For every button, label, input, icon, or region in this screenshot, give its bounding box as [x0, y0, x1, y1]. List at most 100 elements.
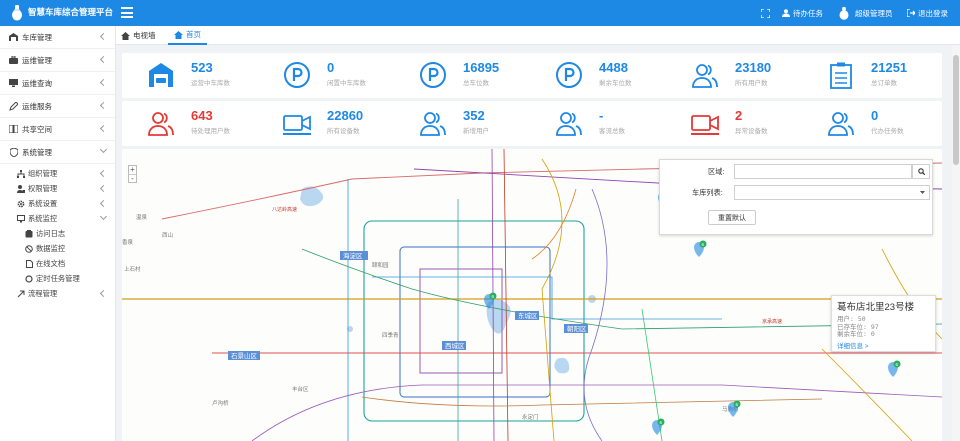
sidebar-item-label: 系统监控: [28, 213, 58, 223]
stat-value: -: [599, 108, 604, 123]
sidebar-item-monitor[interactable]: 系统监控: [17, 211, 115, 226]
stat-label: 总订单数: [871, 80, 897, 87]
stat-card: 23180 所有用户数: [666, 53, 802, 98]
road-label: 八达岭高速: [272, 206, 297, 213]
stat-card: 21251 总订单数: [802, 53, 938, 98]
road-label: 京承高速: [762, 318, 782, 325]
fullscreen-button[interactable]: [761, 0, 773, 26]
avatar: [839, 7, 849, 20]
stat-label: 客流总数: [599, 128, 625, 135]
sidebar-item-shared-space[interactable]: 共享空间: [0, 118, 115, 141]
logout-icon: [907, 9, 915, 17]
stat-value: 2: [735, 108, 743, 123]
place-label: 颐和园: [372, 261, 389, 269]
district-label: 西城区: [445, 342, 465, 350]
sidebar-item-garage[interactable]: 车库管理: [0, 26, 115, 49]
tab-home[interactable]: 首页: [168, 26, 207, 45]
tab-tv-wall[interactable]: 电视墙: [121, 26, 156, 45]
stat-card: 16895 总车位数: [394, 53, 530, 98]
stats-row-1: 523 运营中车库数 0 闲置中车库数 16895 总车位数 4488 剩余车位…: [122, 53, 942, 98]
logout-button[interactable]: 退出登录: [907, 0, 948, 26]
map-zoom-control: + -: [128, 165, 137, 183]
clipboard-icon: [830, 62, 852, 89]
sidebar-item-label: 在线文档: [36, 258, 66, 268]
place-label: 上石村: [124, 265, 141, 273]
sidebar-item-permission[interactable]: 权限管理: [17, 181, 115, 196]
place-label: 卢沟桥: [212, 399, 229, 407]
expand-icon: [761, 8, 770, 18]
sidebar-item-label: 运维服务: [22, 101, 52, 111]
sidebar-item-data-monitor[interactable]: 数据监控: [25, 241, 115, 256]
stat-value: 23180: [735, 60, 772, 75]
zoom-out-button[interactable]: -: [129, 174, 136, 182]
stat-label: 运营中车库数: [191, 80, 230, 87]
sidebar-item-ops-manage[interactable]: 运维管理: [0, 49, 115, 72]
user-menu[interactable]: 超级管理员: [838, 0, 893, 26]
video-icon: [691, 115, 719, 135]
bottle-logo-icon: [12, 5, 22, 21]
desktop-icon: [17, 214, 25, 223]
stat-value: 16895: [463, 60, 500, 75]
parking-icon: [420, 62, 446, 88]
search-icon: [917, 168, 925, 175]
chevron-down-icon: [920, 191, 925, 194]
monitor-icon: [9, 79, 18, 88]
place-label: 西山: [162, 231, 173, 239]
flow-icon: [17, 290, 25, 298]
popup-remaining-spaces: 剩余车位: 0: [837, 330, 875, 338]
user-lock-icon: [17, 184, 25, 193]
stat-label: 异常设备数: [735, 128, 768, 135]
stat-card: 0 代办任务数: [802, 101, 938, 146]
sidebar-item-label: 运维管理: [22, 55, 52, 65]
app-logo[interactable]: 智慧车库综合管理平台: [10, 4, 113, 21]
sidebar-item-flow[interactable]: 流程管理: [0, 286, 115, 301]
stat-label: 所有设备数: [327, 128, 360, 135]
sidebar-item-label: 系统管理: [22, 147, 52, 157]
stat-card: 4488 剩余车位数: [530, 53, 666, 98]
sidebar-item-label: 系统设置: [28, 198, 58, 208]
place-label: 香泉: [122, 238, 134, 246]
region-input[interactable]: [734, 164, 912, 179]
stat-value: 643: [191, 108, 213, 123]
stat-label: 代办任务数: [871, 128, 904, 135]
page-scrollbar[interactable]: [952, 45, 960, 441]
popup-details-link[interactable]: 详细信息 >: [837, 340, 930, 350]
stat-label: 剩余车位数: [599, 80, 632, 87]
gear-icon: [17, 200, 25, 208]
sidebar-item-system[interactable]: 系统管理: [0, 141, 115, 164]
sidebar-item-org[interactable]: 组织管理: [17, 166, 115, 181]
menu-toggle-icon[interactable]: [121, 7, 133, 18]
garage-list-select[interactable]: [734, 185, 930, 200]
app-title: 智慧车库综合管理平台: [28, 7, 114, 18]
stat-value: 0: [327, 60, 335, 75]
place-label: 温泉: [136, 213, 148, 221]
sidebar-item-scheduled-task[interactable]: 定时任务管理: [25, 271, 115, 286]
main-content: 523 运营中车库数 0 闲置中车库数 16895 总车位数 4488 剩余车位…: [116, 45, 960, 441]
parking-icon: [556, 62, 582, 88]
sidebar-item-ops-query[interactable]: 运维查询: [0, 72, 115, 95]
book-icon: [9, 125, 18, 134]
sidebar-item-ops-service[interactable]: 运维服务: [0, 95, 115, 118]
briefcase-icon: [9, 56, 18, 65]
stat-value: 4488: [599, 60, 628, 75]
user-icon: [782, 9, 790, 17]
tasks-button[interactable]: 待办任务: [782, 0, 823, 26]
district-label: 海淀区: [343, 251, 363, 260]
garage-list-label: 车库列表:: [692, 188, 723, 197]
stat-label: 所有用户数: [735, 80, 768, 87]
top-bar: 智慧车库综合管理平台 待办任务 超级管理员 退出登录: [0, 0, 960, 26]
home-icon: [121, 31, 130, 40]
doc-icon: [25, 259, 33, 268]
stat-card: 22860 所有设备数: [258, 101, 394, 146]
stat-card: 0 闲置中车库数: [258, 53, 394, 98]
sidebar: 车库管理 运维管理 运维查询 运维服务 共享空间 系统管理 组织管理 权限管理 …: [0, 26, 116, 441]
region-search-button[interactable]: [912, 164, 930, 179]
reset-button[interactable]: 重置默认: [708, 210, 756, 225]
stat-label: 新增用户: [463, 128, 489, 135]
zoom-in-button[interactable]: +: [129, 166, 136, 174]
sidebar-item-online-doc[interactable]: 在线文档: [25, 256, 115, 271]
tabs-bar: 电视墙 首页: [116, 26, 960, 45]
sidebar-item-settings[interactable]: 系统设置: [17, 196, 115, 211]
sidebar-item-access-log[interactable]: 访问日志: [25, 226, 115, 241]
place-label: 四季青: [382, 331, 399, 339]
